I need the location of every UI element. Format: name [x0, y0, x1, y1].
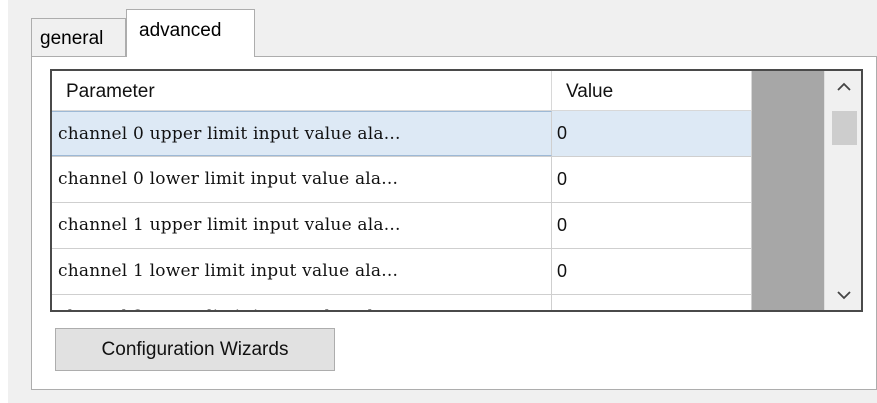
- chevron-down-icon[interactable]: [825, 280, 861, 310]
- grid-header: Parameter Value: [52, 71, 752, 111]
- value-cell[interactable]: 0: [552, 203, 752, 248]
- parameter-cell[interactable]: channel 0 lower limit input value ala...: [52, 157, 552, 202]
- tab-advanced-label: advanced: [139, 20, 222, 41]
- column-header-value[interactable]: Value: [552, 71, 752, 110]
- parameter-cell[interactable]: channel 1 upper limit input value ala...: [52, 203, 552, 248]
- parameter-cell[interactable]: channel 0 upper limit input value ala...: [52, 111, 552, 156]
- value-cell[interactable]: 0: [552, 157, 752, 202]
- column-header-parameter[interactable]: Parameter: [52, 71, 552, 110]
- grid-empty-area: [752, 71, 824, 310]
- tab-panel-advanced: Parameter Value channel 0 upper limit in…: [31, 56, 877, 390]
- properties-window: general advanced Parameter Value channel…: [8, 0, 877, 403]
- parameter-grid: Parameter Value channel 0 upper limit in…: [50, 69, 863, 312]
- table-row[interactable]: channel 0 lower limit input value ala...…: [52, 157, 752, 203]
- configuration-wizards-button[interactable]: Configuration Wizards: [55, 328, 335, 371]
- chevron-up-icon[interactable]: [825, 71, 861, 101]
- configuration-wizards-label: Configuration Wizards: [101, 338, 289, 360]
- table-row[interactable]: channel 1 lower limit input value ala...…: [52, 249, 752, 295]
- tab-advanced[interactable]: advanced: [126, 9, 255, 57]
- value-cell[interactable]: 0: [552, 295, 752, 310]
- vertical-scrollbar[interactable]: [824, 71, 861, 310]
- tab-general[interactable]: general: [31, 18, 126, 56]
- table-row[interactable]: channel 0 upper limit input value ala...…: [52, 111, 752, 157]
- value-cell[interactable]: 0: [552, 111, 752, 156]
- table-row[interactable]: channel 1 upper limit input value ala...…: [52, 203, 752, 249]
- parameter-cell[interactable]: channel 2 upper limit input value ala...: [52, 295, 552, 310]
- value-cell[interactable]: 0: [552, 249, 752, 294]
- scrollbar-thumb[interactable]: [832, 111, 857, 145]
- parameter-cell[interactable]: channel 1 lower limit input value ala...: [52, 249, 552, 294]
- table-row[interactable]: channel 2 upper limit input value ala...…: [52, 295, 752, 310]
- tab-general-label: general: [40, 28, 104, 49]
